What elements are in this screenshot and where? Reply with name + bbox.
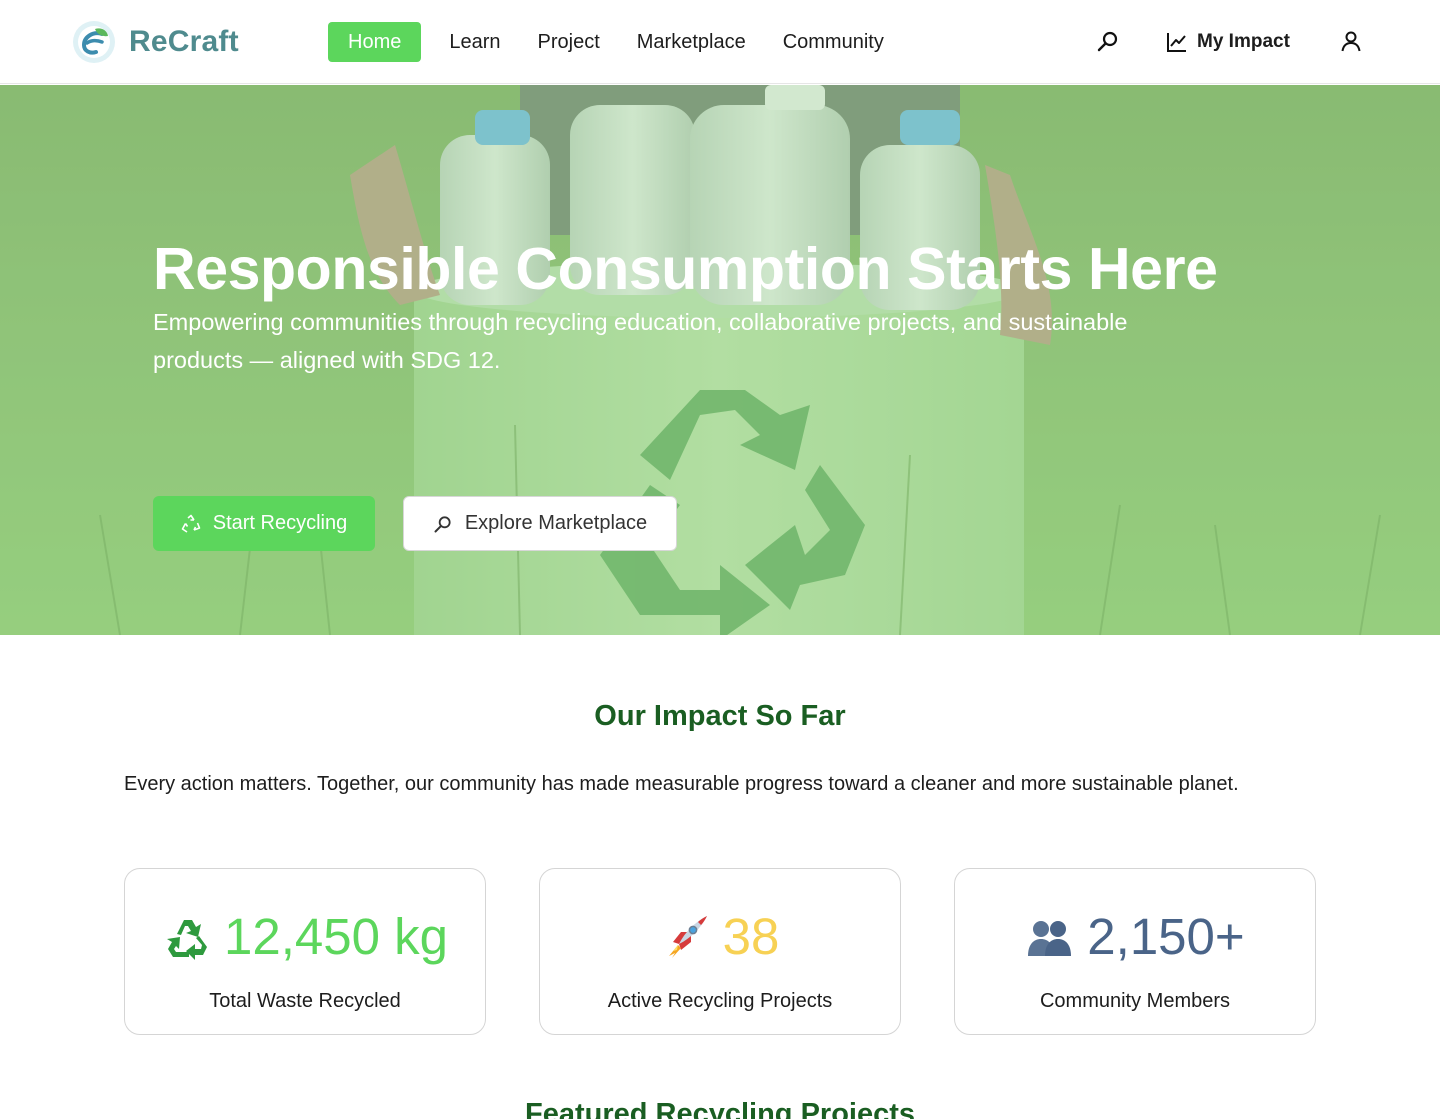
- explore-marketplace-label: Explore Marketplace: [464, 512, 648, 534]
- recycle-icon: [181, 514, 201, 533]
- impact-section-title: Our Impact So Far: [594, 700, 846, 732]
- hero-banner: Responsible Consumption Starts Here Empo…: [0, 85, 1440, 635]
- stat-value-row: 2,150+: [955, 907, 1315, 967]
- brand-logo[interactable]: ReCraft: [71, 19, 239, 65]
- featured-section-title: Featured Recycling Projects: [524, 1098, 916, 1119]
- stat-value-row: 38: [540, 907, 900, 967]
- stat-value-waste: 12,450 kg: [223, 908, 449, 965]
- search-icon: [434, 515, 451, 532]
- nav-item-project[interactable]: Project: [538, 22, 600, 62]
- recycle-symbol-icon: [166, 920, 207, 960]
- hero-subtitle-line-2: products — aligned with SDG 12.: [153, 347, 501, 373]
- hero-title: Responsible Consumption Starts Here: [153, 236, 1218, 302]
- brand-name: ReCraft: [129, 25, 239, 58]
- stat-card-projects: 38 Active Recycling Projects: [539, 868, 901, 1035]
- nav-item-marketplace[interactable]: Marketplace: [637, 22, 746, 62]
- stat-value-projects: 38: [722, 908, 780, 965]
- stat-label-members: Community Members: [1039, 990, 1231, 1012]
- nav-item-community[interactable]: Community: [783, 22, 884, 62]
- stat-card-waste: 12,450 kg Total Waste Recycled: [124, 868, 486, 1035]
- main-nav: Home Learn Project Marketplace Community: [328, 22, 921, 62]
- nav-item-learn[interactable]: Learn: [449, 22, 500, 62]
- hero-subtitle-line-1: Empowering communities through recycling…: [153, 309, 1128, 335]
- leaf-e-logo-icon: [73, 21, 115, 63]
- my-impact-label: My Impact: [1197, 31, 1290, 52]
- my-impact-link[interactable]: My Impact: [1166, 28, 1290, 56]
- hero-subtitle: Empowering communities through recycling…: [153, 303, 1293, 379]
- user-icon[interactable]: [1339, 29, 1363, 53]
- search-icon[interactable]: [1096, 29, 1120, 53]
- stat-card-members: 2,150+ Community Members: [954, 868, 1316, 1035]
- impact-section-description: Every action matters. Together, our comm…: [124, 773, 1239, 795]
- stat-value-members: 2,150+: [1087, 908, 1245, 965]
- people-icon: [1028, 921, 1072, 956]
- stat-label-projects: Active Recycling Projects: [607, 990, 833, 1012]
- start-recycling-label: Start Recycling: [212, 512, 348, 534]
- rocket-icon: [668, 916, 707, 958]
- stat-label-waste: Total Waste Recycled: [209, 990, 401, 1012]
- top-navigation: ReCraft Home Learn Project Marketplace C…: [0, 0, 1440, 84]
- line-chart-icon: [1167, 33, 1186, 52]
- start-recycling-button[interactable]: Start Recycling: [153, 496, 375, 551]
- explore-marketplace-button[interactable]: Explore Marketplace: [403, 496, 677, 551]
- stat-value-row: 12,450 kg: [125, 907, 485, 967]
- nav-item-home[interactable]: Home: [328, 22, 422, 62]
